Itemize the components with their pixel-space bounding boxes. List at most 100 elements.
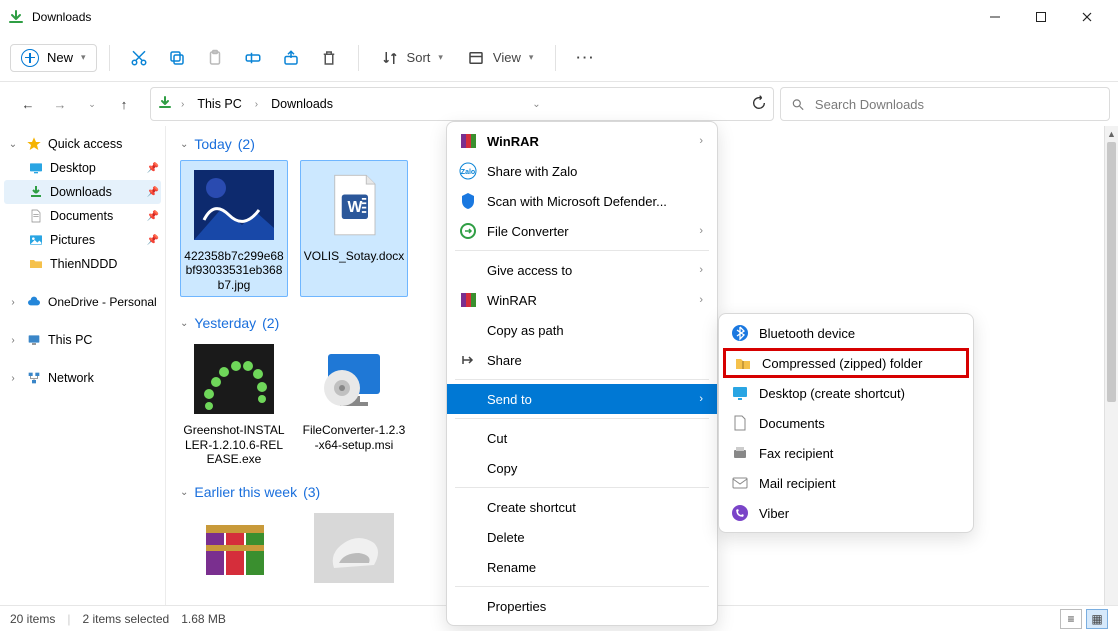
view-button[interactable]: View ▾ (457, 43, 543, 73)
scrollbar-thumb[interactable] (1107, 142, 1116, 402)
address-bar[interactable]: › This PC › Downloads ⌄ (150, 87, 774, 121)
menu-delete[interactable]: Delete (447, 522, 717, 552)
file-item[interactable]: FileConverter-1.2.3-x64-setup.msi (300, 339, 408, 466)
desktop-icon (731, 384, 749, 402)
forward-button[interactable]: → (46, 90, 74, 118)
file-item[interactable] (300, 508, 408, 588)
menu-winrar2[interactable]: WinRAR › (447, 285, 717, 315)
pin-icon: 📌 (147, 235, 159, 246)
menu-zalo[interactable]: Zalo Share with Zalo (447, 156, 717, 186)
delete-button[interactable] (312, 43, 346, 73)
breadcrumb-current[interactable]: Downloads (266, 95, 338, 113)
menu-label: Share with Zalo (487, 164, 577, 179)
minimize-button[interactable] (972, 2, 1018, 32)
menu-rename[interactable]: Rename (447, 552, 717, 582)
svg-text:Zalo: Zalo (461, 169, 475, 176)
sendto-zip[interactable]: Compressed (zipped) folder (723, 348, 969, 378)
details-view-button[interactable]: ≡ (1060, 609, 1082, 629)
expand-icon[interactable]: › (6, 373, 20, 384)
address-dropdown-icon[interactable]: ⌄ (528, 99, 544, 110)
maximize-button[interactable] (1018, 2, 1064, 32)
sidebar-item-pictures[interactable]: Pictures 📌 (4, 228, 161, 252)
file-item[interactable] (180, 508, 288, 588)
sendto-desktop-shortcut[interactable]: Desktop (create shortcut) (719, 378, 973, 408)
file-item[interactable]: W VOLIS_Sotay.docx (300, 160, 408, 297)
sidebar-item-thiennddd[interactable]: ThienNDDD (4, 252, 161, 276)
collapse-icon[interactable]: ⌄ (180, 139, 188, 150)
vertical-scrollbar[interactable]: ▲ (1104, 126, 1118, 605)
sidebar-item-documents[interactable]: Documents 📌 (4, 204, 161, 228)
file-thumbnail (190, 508, 278, 588)
share-button[interactable] (274, 43, 308, 73)
blank-icon (459, 528, 477, 546)
menu-winrar[interactable]: WinRAR › (447, 126, 717, 156)
up-button[interactable]: ↑ (110, 90, 138, 118)
paste-button[interactable] (198, 43, 232, 73)
sidebar-item-downloads[interactable]: Downloads 📌 (4, 180, 161, 204)
menu-separator (455, 418, 709, 419)
menu-scan-defender[interactable]: Scan with Microsoft Defender... (447, 186, 717, 216)
cut-button[interactable] (122, 43, 156, 73)
documents-icon (731, 414, 749, 432)
menu-properties[interactable]: Properties (447, 591, 717, 621)
chevron-down-icon: ▾ (529, 52, 534, 63)
close-button[interactable] (1064, 2, 1110, 32)
sendto-viber[interactable]: Viber (719, 498, 973, 528)
expand-icon[interactable]: ⌄ (6, 139, 20, 150)
file-item[interactable]: 422358b7c299e68bf93033531eb368b7.jpg (180, 160, 288, 297)
quick-access-label: Quick access (48, 137, 122, 151)
search-input[interactable] (813, 96, 1099, 113)
copy-button[interactable] (160, 43, 194, 73)
new-label: New (47, 50, 73, 65)
chevron-right-icon: › (699, 393, 703, 405)
file-item[interactable]: Greenshot-INSTALLER-1.2.10.6-RELEASE.exe (180, 339, 288, 466)
menu-give-access[interactable]: Give access to › (447, 255, 717, 285)
blank-icon (459, 429, 477, 447)
viber-icon (731, 504, 749, 522)
sendto-documents[interactable]: Documents (719, 408, 973, 438)
onedrive-label: OneDrive - Personal (48, 295, 157, 309)
menu-copy-path[interactable]: Copy as path (447, 315, 717, 345)
sendto-bluetooth[interactable]: Bluetooth device (719, 318, 973, 348)
breadcrumb-root[interactable]: This PC (192, 95, 246, 113)
this-pc-label: This PC (48, 333, 92, 347)
menu-label: Give access to (487, 263, 572, 278)
menu-label: WinRAR (487, 293, 537, 308)
menu-label: Cut (487, 431, 507, 446)
menu-copy[interactable]: Copy (447, 453, 717, 483)
menu-send-to[interactable]: Send to › (447, 384, 717, 414)
sort-button[interactable]: Sort ▾ (371, 43, 453, 73)
search-box[interactable] (780, 87, 1110, 121)
back-button[interactable]: ← (14, 90, 42, 118)
refresh-button[interactable] (751, 95, 767, 114)
collapse-icon[interactable]: ⌄ (180, 487, 188, 498)
expand-icon[interactable]: › (6, 297, 20, 308)
new-button[interactable]: New ▾ (10, 44, 97, 72)
file-thumbnail (190, 165, 278, 245)
menu-cut[interactable]: Cut (447, 423, 717, 453)
view-label: View (493, 50, 521, 65)
sendto-mail[interactable]: Mail recipient (719, 468, 973, 498)
expand-icon[interactable]: › (6, 335, 20, 346)
sidebar-this-pc[interactable]: › This PC (4, 328, 161, 352)
sidebar-quick-access[interactable]: ⌄ Quick access (4, 132, 161, 156)
navigation-row: ← → ⌄ ↑ › This PC › Downloads ⌄ (0, 82, 1118, 126)
recent-button[interactable]: ⌄ (78, 90, 106, 118)
icons-view-button[interactable]: ▦ (1086, 609, 1108, 629)
scroll-up-icon[interactable]: ▲ (1105, 126, 1118, 142)
sidebar-network[interactable]: › Network (4, 366, 161, 390)
overflow-button[interactable]: ··· (568, 50, 603, 65)
chevron-right-icon: › (699, 264, 703, 276)
downloads-icon (28, 184, 44, 200)
sendto-fax[interactable]: Fax recipient (719, 438, 973, 468)
collapse-icon[interactable]: ⌄ (180, 318, 188, 329)
sidebar-onedrive[interactable]: › OneDrive - Personal (4, 290, 161, 314)
menu-create-shortcut[interactable]: Create shortcut (447, 492, 717, 522)
sidebar-item-desktop[interactable]: Desktop 📌 (4, 156, 161, 180)
menu-share[interactable]: Share (447, 345, 717, 375)
documents-label: Documents (50, 209, 113, 223)
status-selected: 2 items selected (82, 612, 169, 626)
rename-button[interactable] (236, 43, 270, 73)
pin-icon: 📌 (147, 187, 159, 198)
menu-file-converter[interactable]: File Converter › (447, 216, 717, 246)
